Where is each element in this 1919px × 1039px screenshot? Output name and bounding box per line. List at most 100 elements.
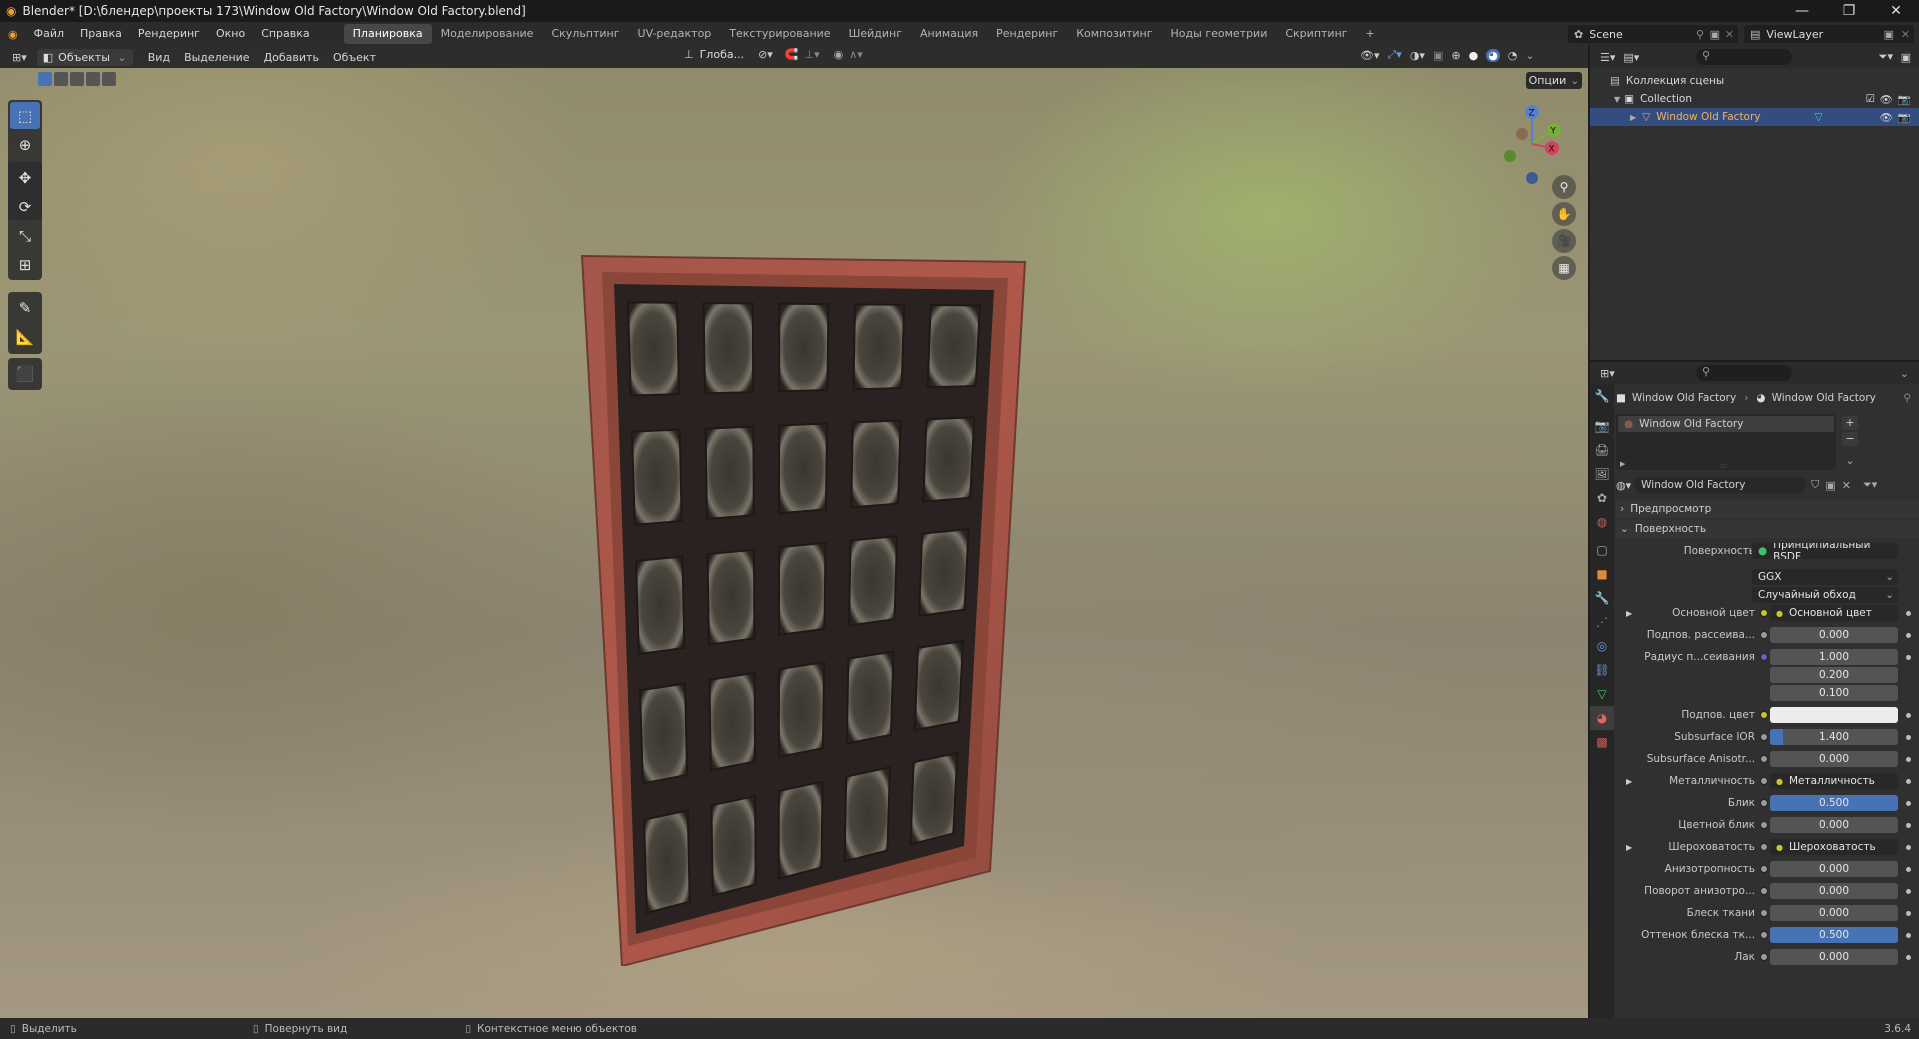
tab-compositing[interactable]: Композитинг: [1067, 24, 1161, 44]
editor-type-icon[interactable]: ☰▾: [1600, 51, 1615, 64]
select-subtract-icon[interactable]: [70, 72, 84, 86]
keyframe-dot-icon[interactable]: [1906, 610, 1911, 616]
rendered-shading-icon[interactable]: ◔: [1508, 49, 1518, 62]
viewlayer-selector[interactable]: ▤ ViewLayer ▣ ✕: [1744, 25, 1914, 43]
socket-dot-icon[interactable]: [1760, 799, 1768, 807]
socket-dot-icon[interactable]: [1760, 755, 1768, 763]
keyframe-dot-icon[interactable]: [1906, 866, 1911, 872]
socket-dot-icon[interactable]: [1760, 711, 1768, 719]
keyframe-dot-icon[interactable]: [1906, 844, 1911, 850]
select-box-tool-icon[interactable]: ⬚: [10, 102, 40, 129]
pivot-icon[interactable]: ⊘▾: [758, 48, 773, 61]
annotate-tool-icon[interactable]: ✎: [10, 294, 40, 321]
gizmo-toggle-icon[interactable]: ⤢▾: [1388, 48, 1402, 62]
expand-arrow-icon[interactable]: ▶: [1626, 609, 1632, 618]
resize-grip-icon[interactable]: :::: [1720, 462, 1727, 470]
socket-dot-icon[interactable]: [1760, 865, 1768, 873]
bsdf-input-field[interactable]: 0.500: [1770, 927, 1898, 943]
render-tab-icon[interactable]: 📷: [1590, 414, 1614, 438]
keyframe-dot-icon[interactable]: [1906, 756, 1911, 762]
wireframe-shading-icon[interactable]: ⊕: [1451, 49, 1460, 62]
view-layer-tab-icon[interactable]: 🖼: [1590, 462, 1614, 486]
measure-tool-icon[interactable]: 📐: [10, 323, 40, 350]
object-tab-icon[interactable]: ■: [1590, 562, 1614, 586]
texture-tab-icon[interactable]: ▩: [1590, 730, 1614, 754]
collection-tab-icon[interactable]: ▢: [1590, 538, 1614, 562]
pin-icon[interactable]: ⚲: [1903, 392, 1911, 404]
bsdf-input-field[interactable]: 0.100: [1770, 685, 1898, 701]
keyframe-dot-icon[interactable]: [1906, 822, 1911, 828]
tab-rendering[interactable]: Рендеринг: [987, 24, 1067, 44]
add-slot-button[interactable]: +: [1842, 416, 1858, 430]
mesh-data-icon[interactable]: ▽: [1815, 111, 1823, 123]
menu-view[interactable]: Вид: [141, 51, 177, 64]
outliner-object-window[interactable]: ▶ ▽ Window Old Factory ▽ 👁 📷: [1590, 108, 1919, 126]
material-slot[interactable]: ● Window Old Factory: [1618, 416, 1834, 432]
surface-shader-field[interactable]: ● Принципиальный BSDF: [1752, 543, 1898, 559]
bsdf-input-field[interactable]: 0.500: [1770, 795, 1898, 811]
tab-modeling[interactable]: Моделирование: [432, 24, 543, 44]
bsdf-input-field[interactable]: 0.000: [1770, 861, 1898, 877]
bsdf-input-field[interactable]: 0.000: [1770, 905, 1898, 921]
filter-icon[interactable]: ⏷▾: [1879, 50, 1893, 64]
window-model[interactable]: [570, 206, 1040, 966]
delete-viewlayer-icon[interactable]: ✕: [1901, 28, 1910, 41]
scale-tool-icon[interactable]: ⤡: [10, 222, 40, 249]
menu-add[interactable]: Добавить: [257, 51, 326, 64]
cursor-tool-icon[interactable]: ⊕: [10, 131, 40, 158]
subsurface-method-dropdown[interactable]: Случайный обход ⌄: [1752, 587, 1898, 603]
tab-scripting[interactable]: Скриптинг: [1276, 24, 1356, 44]
move-tool-icon[interactable]: ✥: [10, 164, 40, 191]
tab-shading[interactable]: Шейдинг: [840, 24, 911, 44]
outliner-scene-collection[interactable]: ▤ Коллекция сцены: [1590, 72, 1919, 90]
gizmo-neg-x[interactable]: [1516, 128, 1528, 140]
close-button[interactable]: ✕: [1873, 0, 1919, 22]
chevron-down-icon[interactable]: ⌄: [1900, 367, 1909, 380]
data-tab-icon[interactable]: ▽: [1590, 682, 1614, 706]
preview-panel-header[interactable]: › Предпросмотр: [1616, 500, 1919, 518]
mode-selector[interactable]: ◧ Объекты ⌄: [36, 48, 133, 66]
socket-dot-icon[interactable]: [1760, 931, 1768, 939]
socket-dot-icon[interactable]: [1760, 609, 1768, 617]
gizmo-neg-y[interactable]: [1504, 150, 1516, 162]
socket-dot-icon[interactable]: [1760, 777, 1768, 785]
shading-options-icon[interactable]: ⌄: [1525, 49, 1534, 62]
expand-arrow-icon[interactable]: ▶: [1626, 843, 1632, 852]
keyframe-dot-icon[interactable]: [1906, 954, 1911, 960]
blender-menu-icon[interactable]: ◉: [8, 28, 18, 41]
rotate-tool-icon[interactable]: ⟳: [10, 193, 40, 220]
overlay-toggle-icon[interactable]: ◑▾: [1410, 49, 1425, 62]
tool-tab-icon[interactable]: 🔧: [1590, 384, 1614, 408]
exclude-checkbox-icon[interactable]: ☑: [1866, 93, 1875, 105]
select-extend-icon[interactable]: [54, 72, 68, 86]
socket-dot-icon[interactable]: [1760, 909, 1768, 917]
bsdf-input-field[interactable]: ● Основной цвет: [1770, 605, 1898, 621]
scene-selector[interactable]: ✿ Scene ⚲ ▣ ✕: [1568, 25, 1738, 43]
render-camera-icon[interactable]: 📷: [1898, 111, 1911, 124]
bsdf-input-field[interactable]: ● Шероховатость: [1770, 839, 1898, 855]
expand-arrow-icon[interactable]: ▶: [1626, 777, 1632, 786]
socket-dot-icon[interactable]: [1760, 953, 1768, 961]
orientation-selector[interactable]: Глоба...: [700, 48, 744, 61]
add-workspace-button[interactable]: +: [1357, 24, 1384, 44]
pin-icon[interactable]: ⚲: [1696, 28, 1704, 41]
unlink-material-icon[interactable]: ✕: [1842, 479, 1851, 492]
socket-dot-icon[interactable]: [1760, 843, 1768, 851]
menu-window[interactable]: Окно: [208, 24, 253, 44]
tab-geometry-nodes[interactable]: Ноды геометрии: [1162, 24, 1277, 44]
tab-sculpting[interactable]: Скульптинг: [542, 24, 628, 44]
pan-hand-icon[interactable]: ✋: [1552, 202, 1576, 226]
bsdf-input-field[interactable]: ● Металличность: [1770, 773, 1898, 789]
fake-user-shield-icon[interactable]: ⛉: [1811, 478, 1819, 492]
bsdf-input-field[interactable]: 1.000: [1770, 649, 1898, 665]
select-intersect-icon[interactable]: [102, 72, 116, 86]
outliner-search-input[interactable]: ⚲: [1696, 49, 1792, 65]
camera-view-icon[interactable]: 🎥: [1552, 229, 1576, 253]
expand-arrow-icon[interactable]: ▶: [1630, 113, 1636, 122]
perspective-toggle-icon[interactable]: ▦: [1552, 256, 1576, 280]
zoom-icon[interactable]: ⚲: [1552, 175, 1576, 199]
socket-dot-icon[interactable]: [1760, 821, 1768, 829]
modifier-tab-icon[interactable]: 🔧: [1590, 586, 1614, 610]
keyframe-dot-icon[interactable]: [1906, 932, 1911, 938]
socket-dot-icon[interactable]: [1760, 653, 1768, 661]
